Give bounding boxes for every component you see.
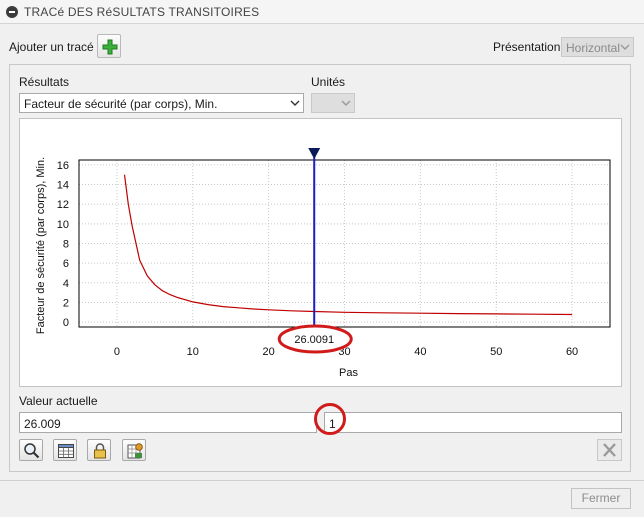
chart-area: 0 10 20 30 40 50 60 0 2 4 6 8 10 12 14 16 Pas Facteur de …	[19, 118, 622, 387]
y-tick-label: 6	[63, 258, 69, 270]
magnifier-icon	[24, 443, 40, 459]
y-tick-label: 10	[57, 219, 69, 231]
current-step-marker-handle	[308, 148, 321, 159]
y-tick-label: 14	[57, 180, 69, 192]
spreadsheet-export-icon	[127, 443, 143, 459]
x-tick-label: 10	[187, 346, 199, 358]
y-tick-label: 16	[57, 160, 69, 172]
marker-value-label: 26.0091	[294, 334, 334, 346]
x-tick-label: 40	[414, 346, 426, 358]
series-line	[123, 174, 573, 316]
close-button[interactable]: Fermer	[571, 488, 631, 509]
add-trace-button[interactable]	[97, 34, 121, 58]
units-label: Unités	[311, 75, 346, 89]
y-tick-label: 4	[63, 278, 69, 290]
y-axis-label: Facteur de sécurité (par corps), Min.	[35, 157, 47, 334]
units-select[interactable]	[311, 93, 355, 113]
y-tick-label: 8	[63, 239, 69, 251]
window-title: TRACé DES RéSULTATS TRANSITOIRES	[24, 5, 260, 19]
remove-trace-button[interactable]	[597, 439, 622, 461]
results-label: Résultats	[19, 75, 70, 89]
add-trace-label: Ajouter un tracé	[9, 40, 94, 54]
y-tick-label: 12	[57, 199, 69, 211]
presentation-label: Présentation	[493, 40, 561, 54]
table-button[interactable]	[53, 439, 77, 461]
close-icon	[603, 443, 616, 457]
highlight-step-circle	[314, 403, 346, 435]
current-value-text: 26.009	[24, 417, 61, 431]
presentation-value: Horizontal	[566, 41, 621, 55]
plus-icon	[102, 39, 118, 55]
results-select-value: Facteur de sécurité (par corps), Min.	[24, 97, 218, 111]
presentation-select[interactable]: Horizontal	[561, 37, 634, 57]
chevron-down-icon	[290, 100, 300, 106]
export-button[interactable]	[122, 439, 146, 461]
x-tick-label: 20	[263, 346, 275, 358]
lock-button[interactable]	[87, 439, 111, 461]
x-axis-label: Pas	[339, 367, 358, 379]
transient-results-chart[interactable]: 0 10 20 30 40 50 600246810121416PasFacteur de …	[20, 119, 621, 386]
current-value-label: Valeur actuelle	[19, 394, 98, 408]
chevron-down-icon	[620, 44, 630, 50]
collapse-icon[interactable]	[6, 6, 18, 18]
results-select[interactable]: Facteur de sécurité (par corps), Min.	[19, 93, 304, 113]
zoom-button[interactable]	[19, 439, 43, 461]
lock-icon	[94, 443, 106, 459]
x-tick-label: 0	[114, 346, 120, 358]
current-value-field[interactable]: 26.009	[19, 412, 317, 433]
step-field[interactable]: 1	[324, 412, 622, 433]
x-tick-label: 60	[566, 346, 578, 358]
y-tick-label: 2	[63, 297, 69, 309]
table-icon	[58, 444, 74, 458]
x-tick-label: 50	[490, 346, 502, 358]
title-bar: TRACé DES RéSULTATS TRANSITOIRES	[0, 0, 644, 24]
chevron-down-icon	[341, 100, 351, 106]
y-tick-label: 0	[63, 317, 69, 329]
footer-separator	[0, 480, 644, 481]
